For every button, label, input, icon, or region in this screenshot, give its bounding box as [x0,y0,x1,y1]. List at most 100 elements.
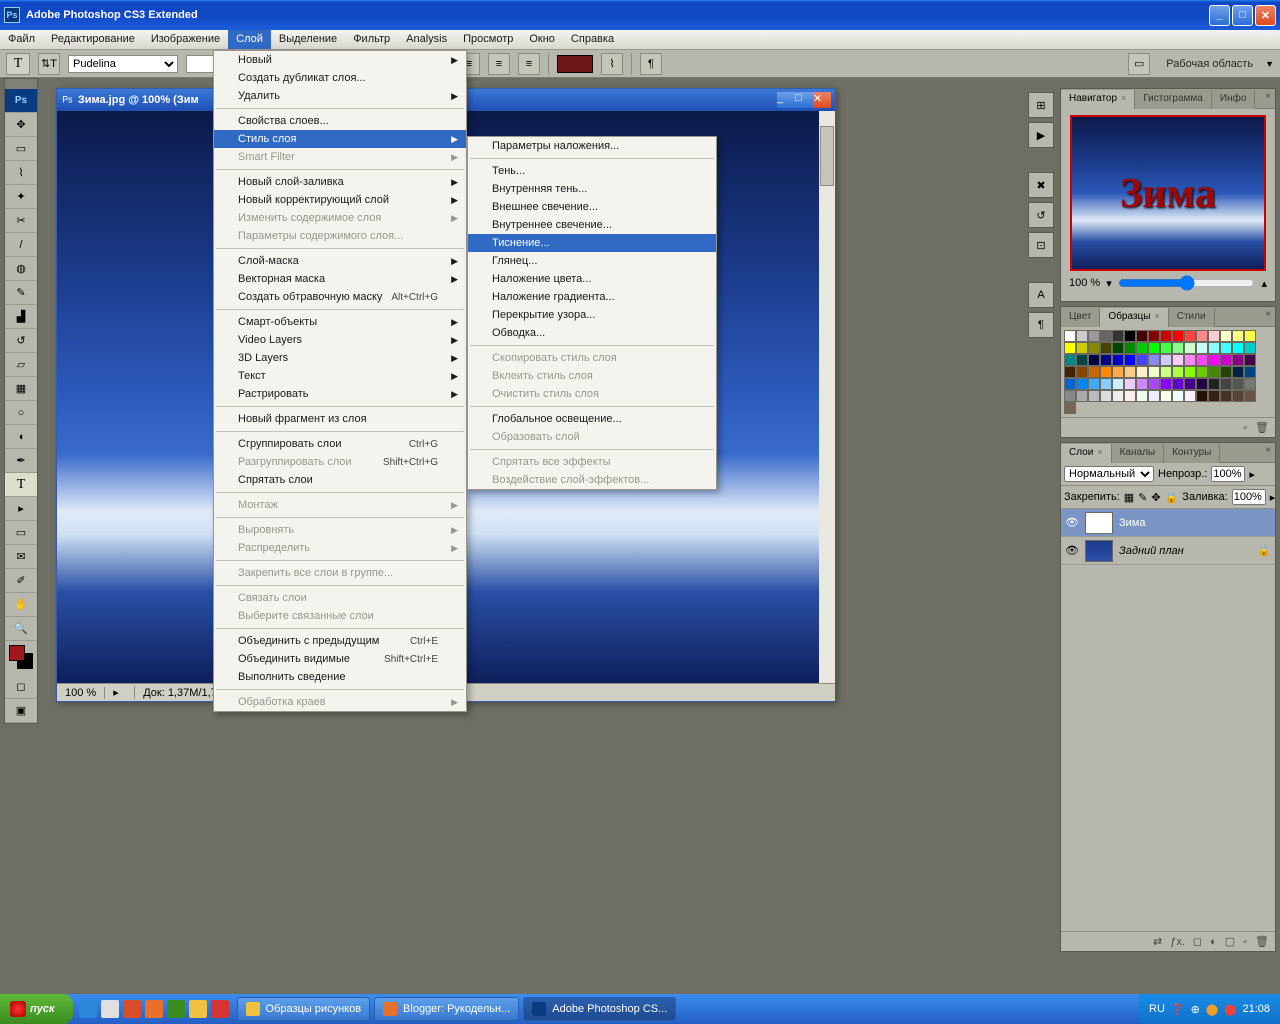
swatch-cell[interactable] [1208,378,1220,390]
menu-слой[interactable]: Слой [228,30,271,49]
swatch-cell[interactable] [1100,390,1112,402]
menu-item[interactable]: Сгруппировать слоиCtrl+G [214,435,466,453]
heal-tool[interactable]: ◍ [5,257,37,281]
menu-окно[interactable]: Окно [521,30,563,49]
menu-item[interactable]: Новый▶ [214,51,466,69]
ql-firefox-icon[interactable] [145,1000,163,1018]
fg-color-swatch[interactable] [9,645,25,661]
swatch-cell[interactable] [1196,342,1208,354]
swatch-cell[interactable] [1064,366,1076,378]
menu-редактирование[interactable]: Редактирование [43,30,143,49]
swatch-cell[interactable] [1124,342,1136,354]
minimize-button[interactable]: _ [1209,5,1230,26]
swatch-cell[interactable] [1208,390,1220,402]
swatch-cell[interactable] [1160,354,1172,366]
swatch-cell[interactable] [1208,342,1220,354]
swatch-cell[interactable] [1124,390,1136,402]
swatch-cell[interactable] [1184,378,1196,390]
tab-цвет[interactable]: Цвет [1061,308,1100,327]
tab-стили[interactable]: Стили [1169,308,1215,327]
history-brush-tool[interactable]: ↺ [5,329,37,353]
swatch-cell[interactable] [1172,390,1184,402]
collapsed-panel-2[interactable]: ▶ [1028,122,1054,148]
blend-mode-select[interactable]: Нормальный [1064,466,1154,482]
workspace-label[interactable]: Рабочая область [1166,58,1253,70]
swatch-cell[interactable] [1244,342,1256,354]
swatch-cell[interactable] [1172,342,1184,354]
swatch-cell[interactable] [1232,390,1244,402]
swatch-cell[interactable] [1100,378,1112,390]
menu-item[interactable]: Текст▶ [214,367,466,385]
lock-paint-icon[interactable]: ✎ [1138,491,1147,504]
swatch-cell[interactable] [1196,330,1208,342]
menu-item[interactable]: Свойства слоев... [214,112,466,130]
swatch-cell[interactable] [1232,378,1244,390]
swatch-cell[interactable] [1136,354,1148,366]
layer-row[interactable]: 👁Задний план🔒 [1061,537,1275,565]
swatch-cell[interactable] [1244,366,1256,378]
swatch-cell[interactable] [1232,342,1244,354]
menu-item[interactable]: Объединить с предыдущимCtrl+E [214,632,466,650]
layer-thumb[interactable] [1085,540,1113,562]
swatch-cell[interactable] [1160,342,1172,354]
screenmode-toggle[interactable]: ▣ [5,699,37,723]
menu-файл[interactable]: Файл [0,30,43,49]
adjustment-layer-icon[interactable]: ◐ [1210,936,1217,948]
swatch-cell[interactable] [1136,378,1148,390]
swatch-cell[interactable] [1172,378,1184,390]
swatch-cell[interactable] [1136,342,1148,354]
swatch-cell[interactable] [1184,366,1196,378]
collapsed-panel-3[interactable]: ✖ [1028,172,1054,198]
fill-input[interactable] [1232,489,1266,505]
align-center-button[interactable]: ≡ [488,53,510,75]
swatch-cell[interactable] [1076,354,1088,366]
swatch-cell[interactable] [1076,378,1088,390]
eyedropper-tool[interactable]: ✐ [5,569,37,593]
swatch-cell[interactable] [1160,390,1172,402]
status-icon[interactable]: ▸ [105,686,135,699]
swatch-cell[interactable] [1064,342,1076,354]
menu-item[interactable]: Новый фрагмент из слоя [214,410,466,428]
swatch-cell[interactable] [1220,366,1232,378]
swatch-cell[interactable] [1100,330,1112,342]
swatch-cell[interactable] [1148,378,1160,390]
doc-close-button[interactable]: ✕ [813,92,831,108]
ql-item-icon[interactable] [189,1000,207,1018]
swatch-cell[interactable] [1160,330,1172,342]
swatch-cell[interactable] [1196,354,1208,366]
menu-analysis[interactable]: Analysis [398,30,455,49]
align-right-button[interactable]: ≡ [518,53,540,75]
swatch-cell[interactable] [1136,330,1148,342]
workspace-dropdown-arrow[interactable]: ▼ [1265,59,1274,69]
tab-каналы[interactable]: Каналы [1112,444,1165,463]
doc-maximize-button[interactable]: □ [795,92,813,108]
menu-item[interactable]: Наложение градиента... [468,288,716,306]
swatch-cell[interactable] [1148,390,1160,402]
layer-mask-icon[interactable]: ◻ [1193,935,1202,948]
swatch-cell[interactable] [1184,354,1196,366]
swatch-cell[interactable] [1184,330,1196,342]
menu-выделение[interactable]: Выделение [271,30,345,49]
lock-transparency-icon[interactable]: ▦ [1124,491,1134,504]
ql-desktop-icon[interactable] [101,1000,119,1018]
tab-навигатор[interactable]: Навигатор× [1061,90,1135,109]
swatch-cell[interactable] [1148,354,1160,366]
menu-item[interactable]: Обводка... [468,324,716,342]
font-family-select[interactable]: Pudelina [68,55,178,73]
swatch-cell[interactable] [1088,366,1100,378]
swatch-cell[interactable] [1196,366,1208,378]
menu-item[interactable]: Слой-маска▶ [214,252,466,270]
tab-гистограмма[interactable]: Гистограмма [1135,90,1212,109]
swatch-cell[interactable] [1136,366,1148,378]
layer-fx-icon[interactable]: ƒx. [1170,936,1185,948]
fill-flyout-icon[interactable]: ▸ [1270,491,1276,504]
menu-item[interactable]: Тиснение... [468,234,716,252]
swatch-cell[interactable] [1172,330,1184,342]
swatch-cell[interactable] [1196,378,1208,390]
swatch-cell[interactable] [1088,342,1100,354]
swatch-cell[interactable] [1220,378,1232,390]
menu-item[interactable]: Перекрытие узора... [468,306,716,324]
navigator-zoom-slider[interactable] [1118,275,1256,291]
swatch-cell[interactable] [1124,366,1136,378]
tray-icon[interactable]: ⬤ [1224,1003,1236,1016]
